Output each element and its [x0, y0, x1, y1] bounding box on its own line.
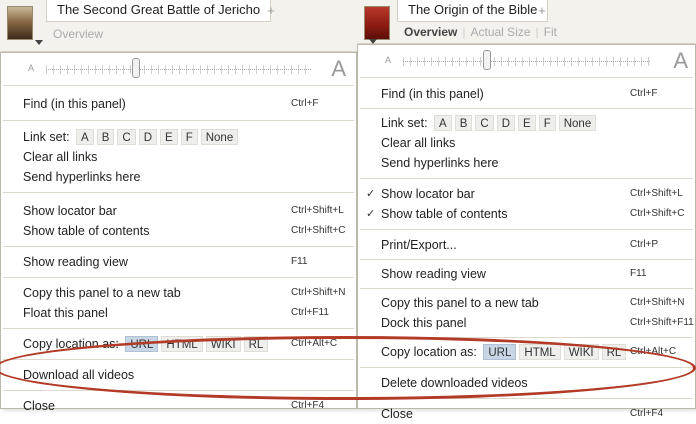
menu-item-download-videos[interactable]: Download all videos	[1, 365, 356, 385]
link-set-b[interactable]: B	[454, 115, 473, 131]
link-set-none[interactable]: None	[200, 129, 239, 145]
zoom-slider-row: A A	[358, 45, 695, 77]
tab-bar: The Origin of the Bible + Overview | Actua…	[357, 0, 696, 44]
book-cover-thumbnail[interactable]	[364, 6, 390, 40]
menu-item-show-reading-view[interactable]: Show reading view F11	[1, 252, 356, 272]
subtab-overview[interactable]: Overview	[404, 25, 457, 39]
menu-item-float-panel[interactable]: Float this panel Ctrl+F11	[1, 303, 356, 323]
menu-item-send-hyperlinks[interactable]: Send hyperlinks here	[358, 153, 695, 173]
link-set-a[interactable]: A	[434, 115, 452, 131]
copy-location-wiki[interactable]: WIKI	[205, 336, 241, 352]
shortcut-show-reading: F11	[291, 256, 308, 267]
panel-menu-arrow-icon[interactable]	[35, 40, 43, 45]
copy-location-url[interactable]: URL	[125, 336, 159, 352]
zoom-slider-handle[interactable]	[483, 50, 491, 70]
view-subtabs: Overview | Actual Size | Fit	[404, 25, 557, 39]
checkmark-icon: ✓	[366, 208, 376, 220]
panel-menu: A A Find (in this panel) Ctrl+F Link set…	[357, 44, 696, 421]
shortcut-show-reading: F11	[630, 268, 647, 279]
tab-bar: The Second Great Battle of Jericho + Ove…	[0, 0, 357, 52]
tab-book-title[interactable]: The Origin of the Bible	[397, 0, 549, 22]
new-tab-plus-icon[interactable]: +	[530, 3, 554, 18]
shortcut-show-toc: Ctrl+Shift+C	[630, 208, 685, 219]
panel-menu: A A Find (in this panel) Ctrl+F Link set…	[0, 52, 357, 413]
menu-item-find[interactable]: Find (in this panel) Ctrl+F	[358, 84, 695, 104]
subtab-overview[interactable]: Overview	[53, 27, 103, 41]
link-set-e[interactable]: E	[518, 115, 536, 131]
menu-item-print-export[interactable]: Print/Export... Ctrl+P	[358, 235, 695, 255]
shortcut-print-export: Ctrl+P	[630, 239, 659, 250]
new-tab-plus-icon[interactable]: +	[259, 3, 283, 18]
link-set-none[interactable]: None	[558, 115, 597, 131]
zoom-slider-handle[interactable]	[132, 58, 140, 78]
menu-item-show-toc[interactable]: ✓ Show table of contents Ctrl+Shift+C	[358, 204, 695, 224]
menu-item-show-reading-view[interactable]: Show reading view F11	[358, 264, 695, 284]
shortcut-close: Ctrl+F4	[291, 400, 325, 411]
link-set-c[interactable]: C	[475, 115, 494, 131]
panel-left: The Second Great Battle of Jericho + Ove…	[0, 0, 357, 413]
view-subtabs: Overview	[53, 27, 103, 41]
shortcut-copy-location: Ctrl+Alt+C	[291, 338, 338, 349]
menu-item-dock-panel[interactable]: Dock this panel Ctrl+Shift+F11	[358, 313, 695, 333]
menu-item-link-set: Link set: A B C D E F None	[1, 127, 356, 147]
shortcut-copy-panel: Ctrl+Shift+N	[291, 287, 346, 298]
zoom-slider-track[interactable]	[46, 69, 311, 70]
menu-item-copy-panel[interactable]: Copy this panel to a new tab Ctrl+Shift+…	[1, 283, 356, 303]
shortcut-copy-location: Ctrl+Alt+C	[630, 346, 677, 357]
menu-item-clear-links[interactable]: Clear all links	[358, 133, 695, 153]
checkmark-icon: ✓	[366, 188, 376, 200]
shortcut-dock-panel: Ctrl+Shift+F11	[630, 317, 694, 328]
shortcut-show-locator: Ctrl+Shift+L	[630, 188, 683, 199]
shortcut-show-toc: Ctrl+Shift+C	[291, 225, 346, 236]
shortcut-copy-panel: Ctrl+Shift+N	[630, 297, 685, 308]
zoom-out-icon[interactable]: A	[385, 55, 391, 65]
shortcut-find: Ctrl+F	[630, 88, 658, 99]
zoom-out-icon[interactable]: A	[28, 63, 34, 73]
shortcut-close: Ctrl+F4	[630, 408, 664, 419]
menu-item-show-locator[interactable]: ✓ Show locator bar Ctrl+Shift+L	[358, 184, 695, 204]
book-cover-thumbnail[interactable]	[7, 6, 33, 40]
zoom-slider-track[interactable]	[403, 61, 650, 62]
menu-item-close[interactable]: Close Ctrl+F4	[1, 396, 356, 416]
panel-right: The Origin of the Bible + Overview | Actua…	[357, 0, 696, 421]
link-set-e[interactable]: E	[160, 129, 178, 145]
tab-book-title[interactable]: The Second Great Battle of Jericho	[46, 0, 272, 22]
link-set-f[interactable]: F	[538, 115, 556, 131]
menu-item-copy-location: Copy location as: URL HTML WIKI RL Ctrl+Alt…	[358, 342, 695, 362]
shortcut-find: Ctrl+F	[291, 98, 319, 109]
subtab-divider: |	[462, 25, 466, 39]
link-set-d[interactable]: D	[496, 115, 516, 131]
copy-location-rl[interactable]: RL	[243, 336, 269, 352]
link-set-c[interactable]: C	[117, 129, 136, 145]
link-set-f[interactable]: F	[180, 129, 198, 145]
shortcut-float-panel: Ctrl+F11	[291, 307, 329, 318]
menu-item-find[interactable]: Find (in this panel) Ctrl+F	[1, 94, 356, 114]
menu-item-show-toc[interactable]: Show table of contents Ctrl+Shift+C	[1, 221, 356, 241]
subtab-actual-size[interactable]: Actual Size	[471, 25, 531, 39]
zoom-in-icon[interactable]: A	[331, 56, 346, 82]
menu-item-delete-videos[interactable]: Delete downloaded videos	[358, 373, 695, 393]
copy-location-html[interactable]: HTML	[519, 344, 561, 360]
copy-location-html[interactable]: HTML	[161, 336, 203, 352]
shortcut-show-locator: Ctrl+Shift+L	[291, 205, 344, 216]
copy-location-rl[interactable]: RL	[601, 344, 627, 360]
link-set-d[interactable]: D	[138, 129, 158, 145]
menu-item-show-locator[interactable]: Show locator bar Ctrl+Shift+L	[1, 201, 356, 221]
link-set-b[interactable]: B	[96, 129, 115, 145]
menu-item-close[interactable]: Close Ctrl+F4	[358, 404, 695, 424]
subtab-fit[interactable]: Fit	[544, 25, 557, 39]
subtab-divider: |	[535, 25, 539, 39]
zoom-slider-row: A A	[1, 53, 356, 85]
link-set-a[interactable]: A	[76, 129, 94, 145]
copy-location-url[interactable]: URL	[483, 344, 517, 360]
menu-item-link-set: Link set: A B C D E F None	[358, 113, 695, 133]
menu-item-copy-location: Copy location as: URL HTML WIKI RL Ctrl+Alt…	[1, 334, 356, 354]
zoom-in-icon[interactable]: A	[673, 48, 688, 74]
copy-location-wiki[interactable]: WIKI	[563, 344, 599, 360]
menu-item-send-hyperlinks[interactable]: Send hyperlinks here	[1, 167, 356, 187]
menu-item-copy-panel[interactable]: Copy this panel to a new tab Ctrl+Shift+…	[358, 293, 695, 313]
menu-item-clear-links[interactable]: Clear all links	[1, 147, 356, 167]
